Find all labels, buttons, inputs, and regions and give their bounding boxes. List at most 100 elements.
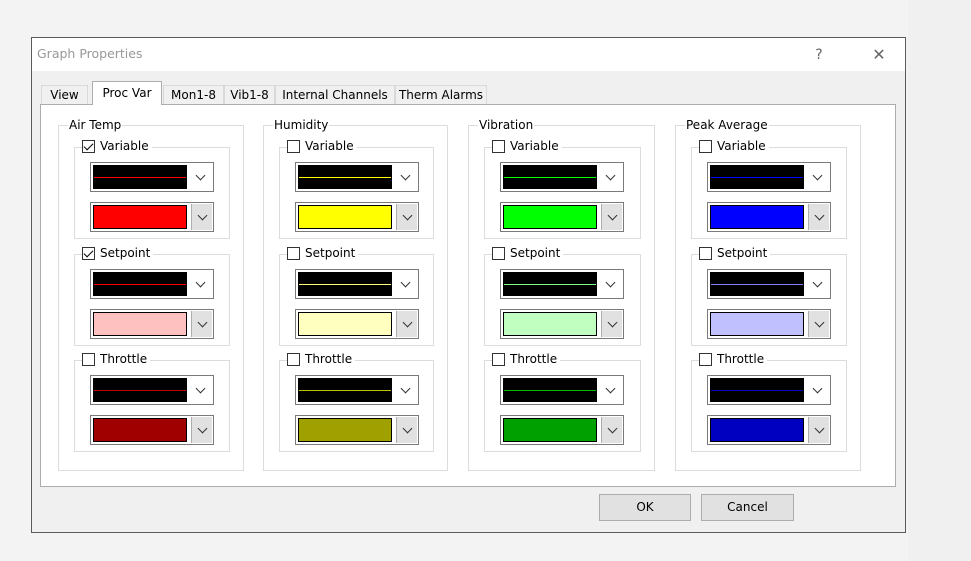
close-icon[interactable]: ✕	[864, 44, 894, 66]
line-style-swatch	[93, 378, 187, 402]
color-dropdown[interactable]	[295, 309, 419, 339]
chevron-down-icon[interactable]	[601, 417, 622, 443]
chevron-down-icon[interactable]	[806, 270, 828, 298]
setpoint-checkbox-row[interactable]: Setpoint	[287, 245, 359, 261]
color-dropdown[interactable]	[500, 415, 624, 445]
line-sample	[711, 390, 803, 391]
line-style-dropdown[interactable]	[707, 375, 831, 405]
chevron-down-icon[interactable]	[601, 311, 622, 337]
chevron-down-icon[interactable]	[189, 376, 211, 404]
throttle-checkbox-row[interactable]: Throttle	[82, 351, 151, 367]
chevron-down-icon[interactable]	[599, 163, 621, 191]
line-style-swatch	[93, 165, 187, 189]
variable-checkbox-row[interactable]: Variable	[492, 138, 562, 154]
throttle-checkbox-row[interactable]: Throttle	[699, 351, 768, 367]
line-style-swatch	[93, 272, 187, 296]
tab-view[interactable]: View	[41, 85, 88, 104]
throttle-checkbox[interactable]	[287, 352, 300, 366]
setpoint-checkbox[interactable]	[287, 246, 300, 260]
line-style-dropdown[interactable]	[707, 269, 831, 299]
color-dropdown[interactable]	[707, 202, 831, 232]
line-style-dropdown[interactable]	[295, 269, 419, 299]
cancel-button[interactable]: Cancel	[701, 494, 794, 521]
throttle-checkbox[interactable]	[82, 352, 95, 366]
line-style-dropdown[interactable]	[500, 162, 624, 192]
chevron-down-icon[interactable]	[599, 376, 621, 404]
setpoint-checkbox[interactable]	[699, 246, 712, 260]
line-style-dropdown[interactable]	[90, 162, 214, 192]
color-swatch	[298, 312, 392, 336]
throttle-checkbox-row[interactable]: Throttle	[492, 351, 561, 367]
chevron-down-icon[interactable]	[808, 417, 829, 443]
color-dropdown[interactable]	[90, 202, 214, 232]
variable-checkbox[interactable]	[492, 139, 505, 153]
checkbox-label: Variable	[100, 139, 149, 153]
line-style-dropdown[interactable]	[90, 375, 214, 405]
chevron-down-icon[interactable]	[191, 311, 212, 337]
color-dropdown[interactable]	[500, 309, 624, 339]
ok-button[interactable]: OK	[599, 494, 691, 521]
line-style-dropdown[interactable]	[500, 269, 624, 299]
color-dropdown[interactable]	[90, 309, 214, 339]
tab-internal-channels[interactable]: Internal Channels	[275, 85, 395, 104]
checkbox-label: Variable	[510, 139, 559, 153]
line-style-dropdown[interactable]	[707, 162, 831, 192]
throttle-checkbox[interactable]	[492, 352, 505, 366]
chevron-down-icon[interactable]	[191, 417, 212, 443]
line-style-dropdown[interactable]	[90, 269, 214, 299]
setpoint-checkbox-row[interactable]: Setpoint	[82, 245, 154, 261]
series-setpoint-box: Setpoint	[484, 245, 641, 346]
chevron-down-icon[interactable]	[189, 163, 211, 191]
variable-checkbox-row[interactable]: Variable	[287, 138, 357, 154]
tab-vib1-8[interactable]: Vib1-8	[224, 85, 275, 104]
setpoint-checkbox[interactable]	[492, 246, 505, 260]
tab-proc-var[interactable]: Proc Var	[92, 81, 162, 105]
series-variable-box: Variable	[279, 138, 434, 239]
chevron-down-icon[interactable]	[601, 204, 622, 230]
tab-mon1-8[interactable]: Mon1-8	[163, 85, 224, 104]
line-sample	[504, 177, 596, 178]
color-dropdown[interactable]	[295, 202, 419, 232]
color-dropdown[interactable]	[707, 415, 831, 445]
chevron-down-icon[interactable]	[808, 204, 829, 230]
checkbox-label: Throttle	[100, 352, 148, 366]
line-style-dropdown[interactable]	[500, 375, 624, 405]
line-style-dropdown[interactable]	[295, 162, 419, 192]
chevron-down-icon[interactable]	[396, 204, 417, 230]
help-icon[interactable]: ?	[804, 44, 834, 66]
variable-checkbox[interactable]	[82, 139, 95, 153]
chevron-down-icon[interactable]	[394, 376, 416, 404]
variable-checkbox-row[interactable]: Variable	[82, 138, 152, 154]
setpoint-checkbox-row[interactable]: Setpoint	[699, 245, 771, 261]
line-style-swatch	[710, 378, 804, 402]
color-dropdown[interactable]	[90, 415, 214, 445]
chevron-down-icon[interactable]	[394, 163, 416, 191]
setpoint-checkbox[interactable]	[82, 246, 95, 260]
variable-checkbox[interactable]	[287, 139, 300, 153]
throttle-checkbox-row[interactable]: Throttle	[287, 351, 356, 367]
chevron-down-icon[interactable]	[191, 204, 212, 230]
tab-therm-alarms[interactable]: Therm Alarms	[395, 85, 487, 104]
chevron-down-icon[interactable]	[396, 417, 417, 443]
group-humidity: Humidity Variable Setpoint Throttle	[263, 117, 448, 471]
chevron-down-icon[interactable]	[394, 270, 416, 298]
chevron-down-icon[interactable]	[189, 270, 211, 298]
throttle-checkbox[interactable]	[699, 352, 712, 366]
chevron-down-icon[interactable]	[806, 376, 828, 404]
color-dropdown[interactable]	[295, 415, 419, 445]
chevron-down-icon[interactable]	[808, 311, 829, 337]
variable-checkbox[interactable]	[699, 139, 712, 153]
setpoint-checkbox-row[interactable]: Setpoint	[492, 245, 564, 261]
color-dropdown[interactable]	[500, 202, 624, 232]
series-setpoint-box: Setpoint	[74, 245, 230, 346]
color-dropdown[interactable]	[707, 309, 831, 339]
chevron-down-icon[interactable]	[599, 270, 621, 298]
variable-checkbox-row[interactable]: Variable	[699, 138, 769, 154]
line-style-swatch	[298, 165, 392, 189]
chevron-down-icon[interactable]	[806, 163, 828, 191]
color-swatch	[710, 418, 804, 442]
line-style-dropdown[interactable]	[295, 375, 419, 405]
chevron-down-icon[interactable]	[396, 311, 417, 337]
checkbox-label: Throttle	[717, 352, 765, 366]
line-sample	[711, 177, 803, 178]
